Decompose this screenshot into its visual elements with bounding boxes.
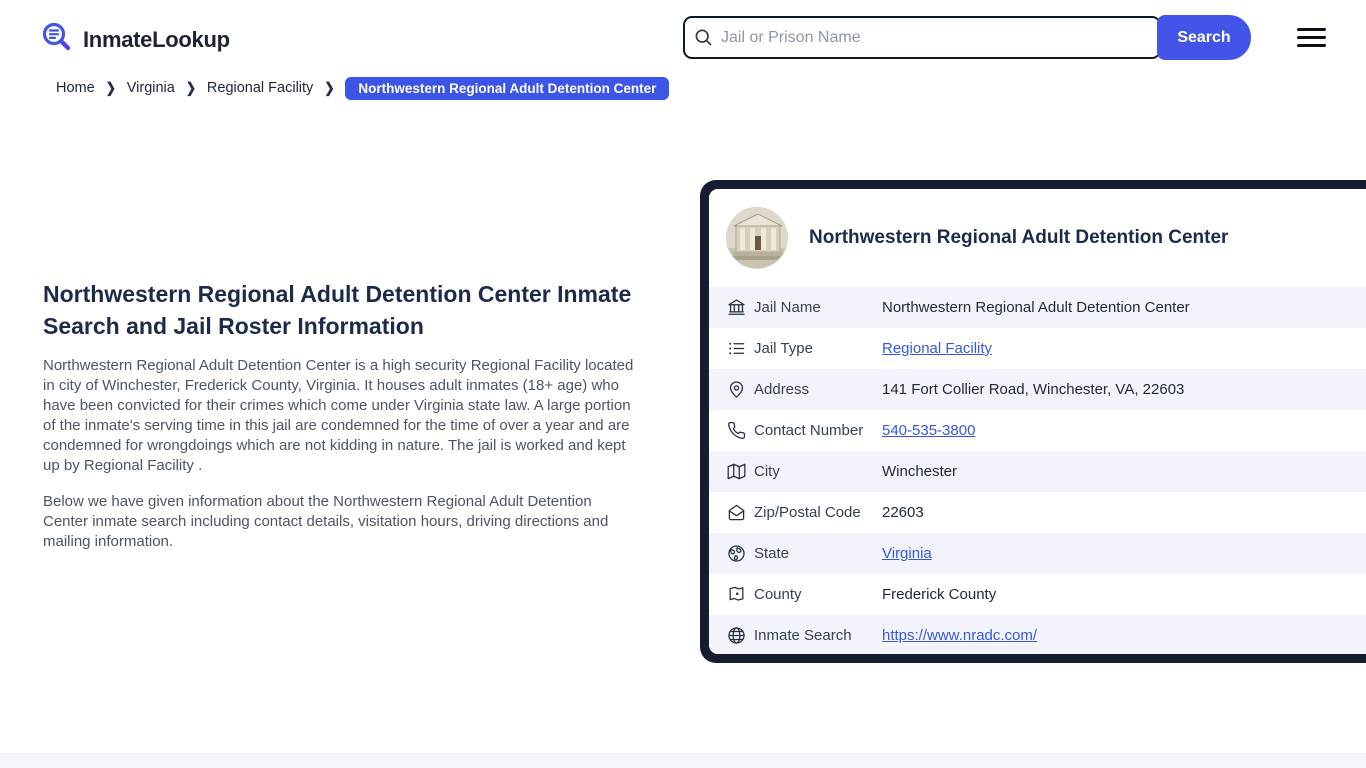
map-icon (726, 462, 746, 482)
facility-card: Northwestern Regional Adult Detention Ce… (700, 180, 1366, 663)
list-icon (726, 339, 746, 359)
facility-card-title: Northwestern Regional Adult Detention Ce… (809, 227, 1229, 248)
row-label: Jail Name (754, 299, 821, 316)
brand-logo[interactable]: InmateLookup (40, 20, 230, 59)
row-value: 141 Fort Collier Road, Winchester, VA, 2… (882, 381, 1185, 398)
contact-number-link[interactable]: 540-535-3800 (882, 422, 975, 439)
table-row-jail-type: Jail Type Regional Facility (709, 328, 1366, 369)
row-label: Inmate Search (754, 627, 852, 644)
chevron-right-icon: ❯ (324, 79, 335, 97)
row-label: Contact Number (754, 422, 864, 439)
table-row-zip: Zip/Postal Code 22603 (709, 492, 1366, 533)
map-pin-icon (726, 380, 746, 400)
menu-icon[interactable] (1297, 28, 1326, 47)
row-value: 22603 (882, 504, 924, 521)
row-label: State (754, 545, 790, 562)
row-value: Northwestern Regional Adult Detention Ce… (882, 299, 1190, 316)
facility-card-header: Northwestern Regional Adult Detention Ce… (709, 189, 1366, 287)
bank-icon (726, 298, 746, 318)
chevron-right-icon: ❯ (105, 79, 116, 97)
table-row-jail-name: Jail Name Northwestern Regional Adult De… (709, 287, 1366, 328)
footer-strip (0, 753, 1366, 768)
row-label: City (754, 463, 780, 480)
facility-photo (726, 207, 788, 269)
table-row-state: State Virginia (709, 533, 1366, 574)
phone-icon (726, 421, 746, 441)
breadcrumb-home[interactable]: Home (56, 80, 95, 96)
info-paragraph: Below we have given information about th… (43, 493, 609, 550)
table-row-contact-number: Contact Number 540-535-3800 (709, 410, 1366, 451)
table-row-address: Address 141 Fort Collier Road, Wincheste… (709, 369, 1366, 410)
header-search: Search (683, 15, 1251, 60)
search-button[interactable]: Search (1157, 15, 1251, 60)
page: InmateLookup Search Home ❯ Virginia ❯ Re… (0, 0, 1366, 768)
inmate-search-link[interactable]: https://www.nradc.com/ (882, 627, 1037, 644)
chevron-right-icon: ❯ (185, 79, 196, 97)
jail-type-link[interactable]: Regional Facility (882, 340, 992, 357)
envelope-icon (726, 503, 746, 523)
row-label: Address (754, 381, 810, 398)
search-input[interactable] (683, 16, 1161, 59)
facility-details-table: Jail Name Northwestern Regional Adult De… (709, 287, 1366, 654)
row-value: Winchester (882, 463, 958, 480)
table-row-inmate-search: Inmate Search https://www.nradc.com/ (709, 615, 1366, 654)
breadcrumb: Home ❯ Virginia ❯ Regional Facility ❯ No… (56, 76, 670, 100)
globe-icon (726, 544, 746, 564)
state-link[interactable]: Virginia (882, 545, 932, 562)
globe-grid-icon (726, 626, 746, 646)
row-value: Frederick County (882, 586, 997, 603)
row-label: Jail Type (754, 340, 813, 357)
row-label: Zip/Postal Code (754, 504, 861, 521)
breadcrumb-current-badge: Northwestern Regional Adult Detention Ce… (345, 76, 670, 100)
magnifier-logo-icon (40, 20, 74, 59)
table-row-city: City Winchester (709, 451, 1366, 492)
intro-paragraph: Northwestern Regional Adult Detention Ce… (43, 357, 634, 474)
county-map-icon (726, 585, 746, 605)
page-title: Northwestern Regional Adult Detention Ce… (43, 281, 632, 339)
breadcrumb-virginia[interactable]: Virginia (127, 80, 175, 96)
brand-name: InmateLookup (83, 26, 230, 52)
breadcrumb-regional-facility[interactable]: Regional Facility (207, 80, 313, 96)
row-label: County (754, 586, 802, 603)
table-row-county: County Frederick County (709, 574, 1366, 615)
